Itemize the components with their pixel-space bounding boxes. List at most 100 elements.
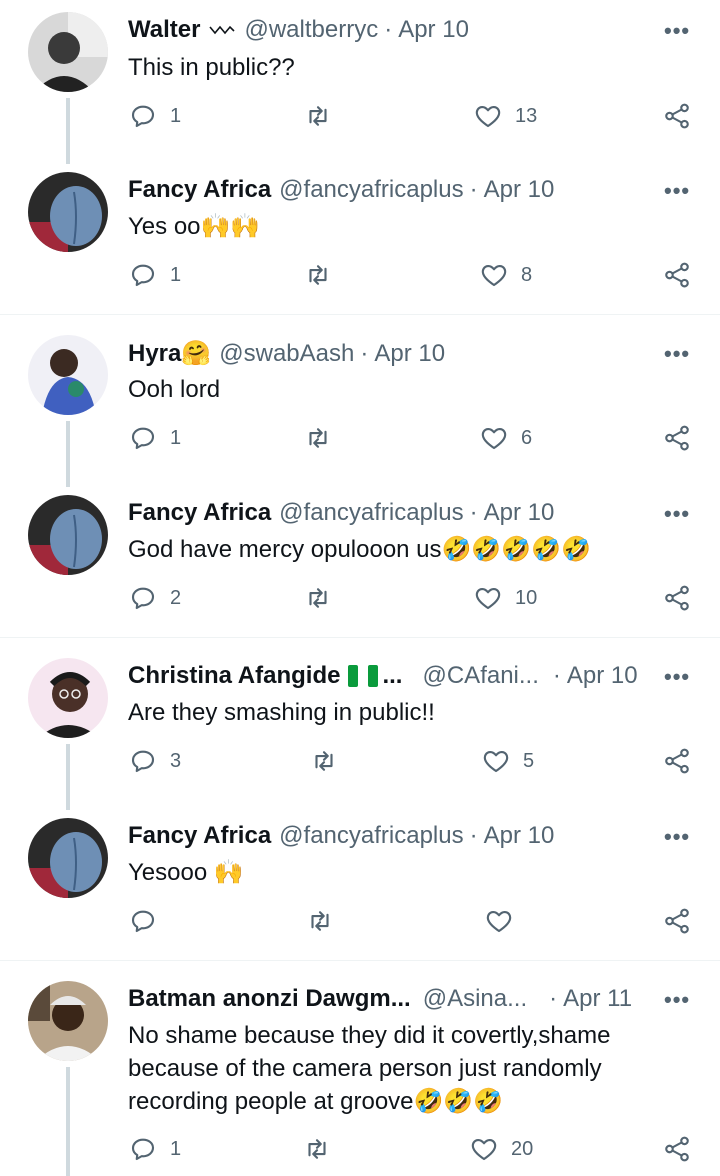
author-name[interactable]: Christina Afangide — [128, 662, 340, 690]
tweet-text: Are they smashing in public!! — [128, 699, 435, 726]
tweet-text: God have mercy opulooon us🤣🤣🤣🤣🤣 — [128, 536, 591, 563]
tweet-date[interactable]: Apr 10 — [398, 16, 469, 44]
more-options-icon[interactable]: ••• — [664, 18, 690, 44]
author-name[interactable]: Hyra🤗 — [128, 339, 211, 368]
like-button[interactable]: 13 — [473, 101, 537, 131]
retweet-button[interactable] — [303, 583, 345, 613]
author-name[interactable]: Fancy Africa — [128, 499, 271, 527]
tweet-date[interactable]: Apr 10 — [374, 340, 445, 368]
tweet-date[interactable]: Apr 10 — [484, 176, 555, 204]
thread-line — [66, 421, 70, 487]
reply-button[interactable]: 1 — [128, 260, 181, 290]
thread-line — [66, 98, 70, 164]
tweet-actions: 3 5 — [128, 746, 698, 782]
author-name[interactable]: Fancy Africa — [128, 822, 271, 850]
retweet-button[interactable] — [302, 1134, 344, 1164]
retweet-button[interactable] — [303, 260, 345, 290]
avatar[interactable] — [28, 335, 108, 415]
reply-count: 1 — [170, 104, 182, 127]
avatar[interactable] — [28, 172, 108, 252]
tweet-text: This in public?? — [128, 54, 295, 81]
share-button[interactable] — [662, 101, 692, 131]
divider — [0, 637, 720, 638]
share-button[interactable] — [662, 746, 692, 776]
retweet-button[interactable] — [303, 101, 345, 131]
share-button[interactable] — [662, 1134, 692, 1164]
reply-button[interactable]: 1 — [128, 101, 181, 131]
separator-dot: · — [384, 16, 393, 43]
tweet-date[interactable]: Apr 10 — [484, 499, 555, 527]
author-name[interactable]: Walter — [128, 16, 200, 44]
like-count: 10 — [515, 586, 538, 609]
tweet-date[interactable]: Apr 10 — [567, 662, 638, 690]
separator-dot: · — [549, 985, 558, 1012]
share-icon — [665, 585, 689, 611]
more-options-icon[interactable]: ••• — [664, 824, 690, 850]
divider — [0, 314, 720, 315]
reply-count: 1 — [170, 1137, 182, 1160]
reply-button[interactable] — [128, 906, 170, 936]
reply-icon — [131, 750, 155, 773]
like-button[interactable]: 10 — [473, 583, 537, 613]
like-button[interactable]: 5 — [481, 746, 534, 776]
author-name[interactable]: Fancy Africa — [128, 176, 271, 204]
more-options-icon[interactable]: ••• — [664, 501, 690, 527]
avatar[interactable] — [28, 495, 108, 575]
avatar[interactable] — [28, 658, 108, 738]
author-handle[interactable]: @fancyafricaplus — [279, 822, 463, 850]
author-name[interactable]: Batman anonzi Dawgm... — [128, 985, 411, 1013]
more-options-icon[interactable]: ••• — [664, 341, 690, 367]
retweet-icon — [315, 751, 333, 771]
reply-count: 1 — [170, 426, 182, 449]
tweet-text: No shame because they did it covertly,sh… — [128, 1022, 611, 1115]
thread-line — [66, 1067, 70, 1176]
like-button[interactable]: 6 — [479, 423, 532, 453]
retweet-icon — [309, 265, 327, 285]
reply-count: 1 — [170, 263, 182, 286]
reply-icon — [131, 105, 155, 128]
reply-button[interactable]: 3 — [128, 746, 181, 776]
reply-count: 3 — [170, 749, 182, 772]
avatar[interactable] — [28, 981, 108, 1061]
avatar[interactable] — [28, 818, 108, 898]
share-button[interactable] — [662, 906, 692, 936]
like-button[interactable]: 8 — [479, 260, 532, 290]
reply-button[interactable]: 1 — [128, 423, 181, 453]
like-button[interactable] — [484, 906, 526, 936]
separator-dot: · — [360, 339, 369, 367]
tweet-date[interactable]: Apr 10 — [484, 822, 555, 850]
author-handle[interactable]: @CAfani... — [422, 662, 538, 690]
share-button[interactable] — [662, 583, 692, 613]
share-icon — [665, 425, 689, 451]
retweet-button[interactable] — [309, 746, 351, 776]
retweet-icon — [309, 428, 327, 448]
author-handle[interactable]: @waltberryc — [244, 16, 378, 44]
share-icon — [665, 1136, 689, 1162]
like-button[interactable]: 20 — [469, 1134, 533, 1164]
author-handle[interactable]: @Asina... — [423, 985, 527, 1013]
more-options-icon[interactable]: ••• — [664, 987, 690, 1013]
like-count: 20 — [511, 1137, 534, 1160]
avatar[interactable] — [28, 12, 108, 92]
tweet-actions — [128, 906, 698, 942]
reply-button[interactable]: 2 — [128, 583, 181, 613]
more-options-icon[interactable]: ••• — [664, 664, 690, 690]
tweet-actions: 1 13 — [128, 101, 698, 137]
thread-line — [66, 744, 70, 810]
retweet-icon — [309, 106, 327, 126]
separator-dot: · — [469, 499, 478, 526]
more-options-icon[interactable]: ••• — [664, 178, 690, 204]
reply-button[interactable]: 1 — [128, 1134, 181, 1164]
retweet-button[interactable] — [305, 906, 347, 936]
tweet-actions: 2 10 — [128, 583, 698, 619]
author-handle[interactable]: @fancyafricaplus — [279, 499, 463, 527]
retweet-button[interactable] — [303, 423, 345, 453]
heart-icon — [481, 427, 507, 450]
author-handle[interactable]: @swabAash — [219, 340, 354, 368]
share-button[interactable] — [662, 260, 692, 290]
tweet-date[interactable]: Apr 11 — [563, 985, 632, 1013]
share-button[interactable] — [662, 423, 692, 453]
tweet-text: Yes oo🙌🙌 — [128, 213, 261, 240]
retweet-icon — [311, 911, 329, 931]
author-handle[interactable]: @fancyafricaplus — [279, 176, 463, 204]
